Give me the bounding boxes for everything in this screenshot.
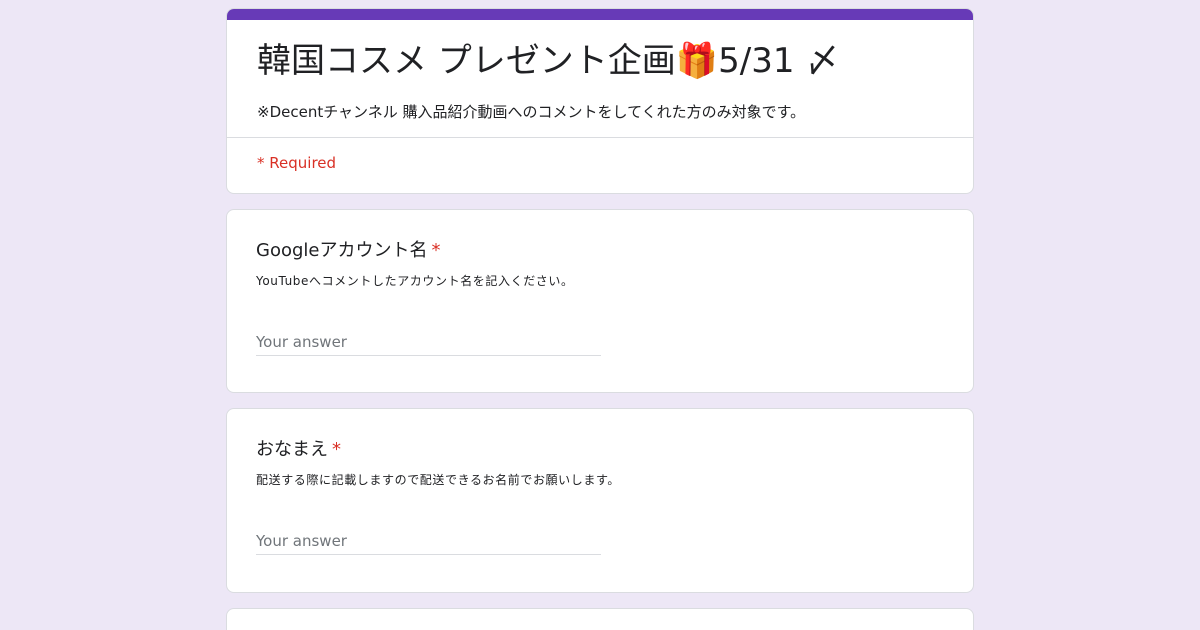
required-asterisk: *: [431, 240, 441, 261]
question-card-name: おなまえ * 配送する際に記載しますので配送できるお名前でお願いします。: [226, 408, 974, 593]
form-header-card: 韓国コスメ プレゼント企画🎁5/31 〆 ※Decentチャンネル 購入品紹介動…: [226, 8, 974, 194]
question-card-partial: [226, 608, 974, 630]
question-title: Googleアカウント名 *: [256, 238, 440, 264]
question-title-text: おなまえ: [256, 439, 328, 460]
form-page: 韓国コスメ プレゼント企画🎁5/31 〆 ※Decentチャンネル 購入品紹介動…: [0, 0, 1200, 630]
name-input[interactable]: [256, 527, 601, 555]
required-note: * Required: [257, 154, 337, 172]
question-help-text: 配送する際に記載しますので配送できるお名前でお願いします。: [256, 473, 620, 487]
form-accent-bar: [227, 9, 973, 20]
form-description: ※Decentチャンネル 購入品紹介動画へのコメントをしてくれた方のみ対象です。: [257, 103, 806, 121]
required-asterisk: *: [332, 439, 341, 460]
form-title: 韓国コスメ プレゼント企画🎁5/31 〆: [257, 41, 840, 81]
question-title: おなまえ *: [256, 437, 341, 463]
header-divider: [227, 137, 973, 138]
question-title-text: Googleアカウント名: [256, 240, 428, 261]
question-help-text: YouTubeへコメントしたアカウント名を記入ください。: [256, 274, 574, 288]
question-card-account-name: Googleアカウント名 * YouTubeへコメントしたアカウント名を記入くださ…: [226, 209, 974, 393]
account-name-input[interactable]: [256, 328, 601, 356]
